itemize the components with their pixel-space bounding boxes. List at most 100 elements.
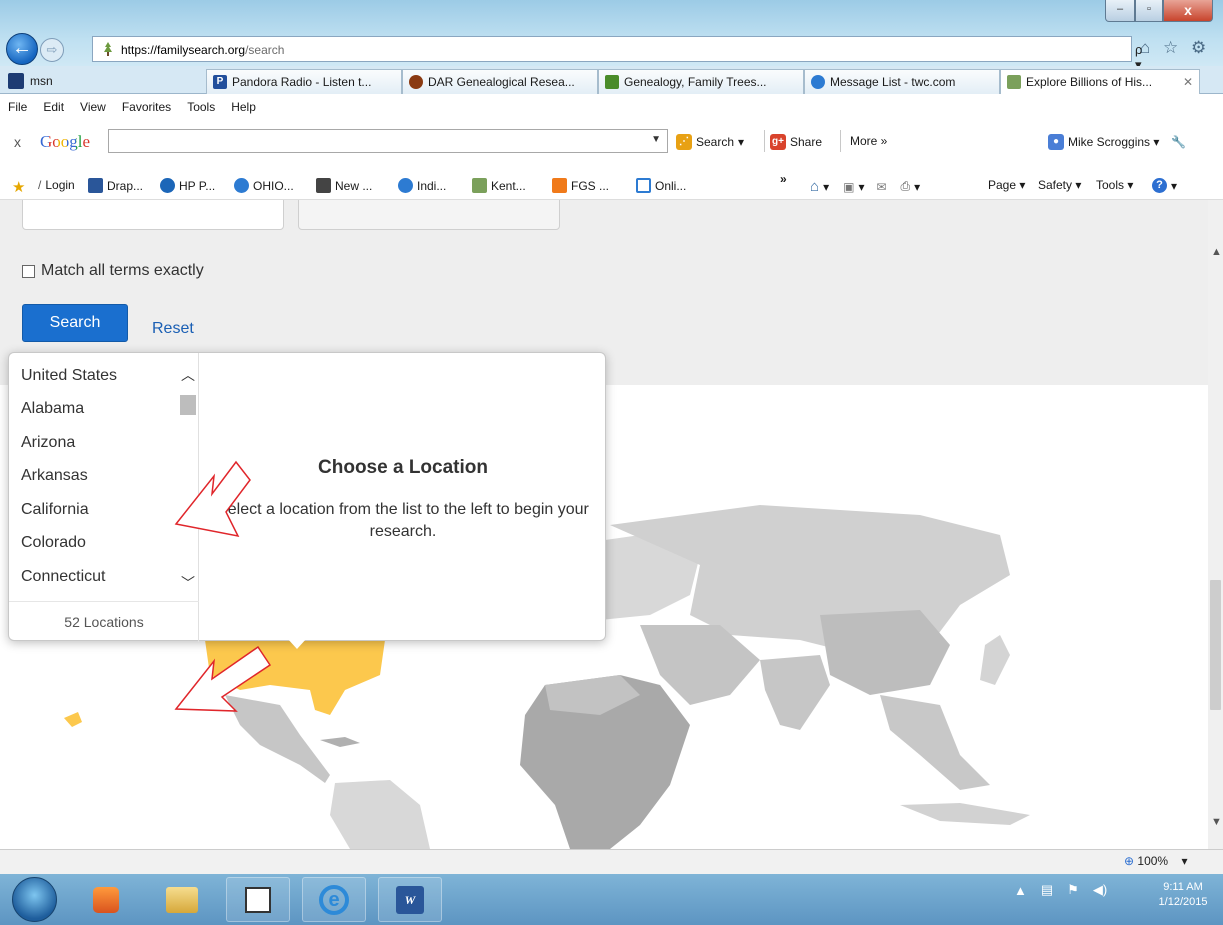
start-button[interactable] [12,877,57,922]
scroll-down-icon[interactable]: ▼ [1211,816,1222,828]
checkbox-icon[interactable] [22,264,35,278]
command-bar-icons[interactable]: ⌂ ▾ ▣ ▾ ✉ ⎙ ▾ [810,178,920,195]
maximize-button[interactable]: ▫ [1135,0,1163,22]
print-icon[interactable]: ⎙ [901,179,911,194]
tab-explore-billions[interactable]: Explore Billions of His... ✕ [1000,69,1200,94]
fav-indi[interactable]: Indi... [398,178,446,193]
reset-link[interactable]: Reset [152,320,194,338]
menu-favorites[interactable]: Favorites [122,100,171,114]
menu-help[interactable]: Help [231,100,256,114]
menu-edit[interactable]: Edit [43,100,64,114]
location-item-california[interactable]: California [21,501,89,519]
tab-message-list[interactable]: Message List - twc.com [804,69,1000,94]
location-list-scrollbar[interactable]: ︿ ﹀ [177,361,199,597]
menu-file[interactable]: File [8,100,27,114]
fav-kent[interactable]: Kent... [472,178,526,193]
scroll-up-icon[interactable]: ▲ [1211,246,1222,258]
fav-drap[interactable]: Drap... [88,178,143,193]
fav-fgs[interactable]: FGS ... [552,178,609,193]
forward-button[interactable]: ⇨ [40,38,64,62]
chevron-down-icon[interactable]: ﹀ [181,573,195,593]
volume-icon[interactable]: ◀) [1093,882,1107,898]
fav-login[interactable]: / Login [38,178,75,192]
fav-onli[interactable]: Onli... [636,178,686,193]
minimize-button[interactable]: – [1105,0,1135,22]
favorites-overflow-button[interactable]: » [780,172,787,186]
windows-taskbar: e W ▲ ▤ ⚑ ◀) 9:11 AM 1/12/2015 [0,874,1223,925]
fav-new[interactable]: New ... [316,178,372,193]
fav-hp[interactable]: HP P... [160,178,215,193]
word-taskbar-icon[interactable]: W [378,877,442,922]
chevron-up-icon[interactable]: ︿ [181,365,195,385]
page-menu[interactable]: Page ▾ [988,178,1025,192]
tab-genealogy[interactable]: Genealogy, Family Trees... [598,69,804,94]
scrollbar-thumb[interactable] [180,395,196,415]
tab-dar[interactable]: DAR Genealogical Resea... [402,69,598,94]
location-item-colorado[interactable]: Colorado [21,534,86,552]
mexico-shape [225,695,330,783]
search-button[interactable]: Search [22,304,128,342]
internet-explorer-taskbar-icon[interactable]: e [302,877,366,922]
help-icon[interactable]: ? ▾ [1152,178,1177,193]
home-favorites-settings-icons[interactable]: ⌂ ☆ ⚙ [1140,38,1210,58]
tab-pandora[interactable]: P Pandora Radio - Listen t... [206,69,402,94]
share-button[interactable]: g+ Share [770,134,822,150]
msn-toolbar-item[interactable]: msn [4,69,204,93]
tools-menu[interactable]: Tools ▾ [1096,178,1133,192]
taskbar-clock[interactable]: 9:11 AM 1/12/2015 [1150,880,1216,910]
india-shape [760,655,830,730]
location-item-alabama[interactable]: Alabama [21,400,84,418]
user-account-menu[interactable]: ● Mike Scroggins ▾ 🔧 [1048,134,1186,150]
google-search-button[interactable]: ⋰ Search ▾ [676,134,744,150]
location-item-arkansas[interactable]: Arkansas [21,467,88,485]
location-list[interactable]: United States Alabama Arizona Arkansas C… [9,353,199,642]
clock-date: 1/12/2015 [1158,896,1208,908]
outlook-taskbar-icon[interactable] [226,877,290,922]
menu-view[interactable]: View [80,100,106,114]
status-bar: ⊕ 100% ▾ [0,849,1223,874]
location-item-arizona[interactable]: Arizona [21,434,75,452]
mail-icon[interactable]: ✉ [876,180,886,194]
wrench-icon[interactable]: 🔧 [1171,135,1186,149]
action-center-flag-icon[interactable]: ⚑ [1067,882,1079,898]
toolbar-divider [764,130,765,152]
match-exact-checkbox[interactable]: Match all terms exactly [22,262,204,280]
name-field[interactable] [22,200,284,230]
back-button[interactable]: ← [6,33,38,65]
menu-bar: File Edit View Favorites Tools Help [0,94,1223,120]
zoom-control[interactable]: ⊕ 100% ▾ [1124,854,1187,868]
pandora-icon: P [213,75,227,89]
media-player-taskbar-icon[interactable] [74,877,138,922]
page-scrollbar[interactable]: ▲ ▼ [1208,200,1223,849]
caribbean-shape [320,737,360,747]
thumbnail-icon [316,178,331,193]
address-bar[interactable]: https://familysearch.org/search ρ ▾ 🔒 c [92,36,1151,104]
close-toolbar-icon[interactable]: x [14,134,21,150]
page-scrollbar-thumb[interactable] [1210,580,1221,710]
familysearch-icon [472,178,487,193]
close-window-button[interactable]: x [1163,0,1213,22]
close-tab-icon[interactable]: ✕ [1183,75,1193,89]
choose-location-description: Select a location from the list to the l… [217,501,589,540]
show-hidden-icons[interactable]: ▲ [1014,883,1027,898]
more-button[interactable]: More » [850,134,887,148]
forward-arrow-icon: ⇨ [46,42,58,57]
msn-butterfly-icon [8,73,24,89]
fav-ohio[interactable]: OHIO... [234,178,294,193]
indonesia-shape [900,803,1030,825]
google-search-input[interactable]: ▼ [108,129,668,153]
secondary-field[interactable] [298,200,560,230]
home-icon[interactable]: ⌂ [810,178,819,195]
location-item-connecticut[interactable]: Connecticut [21,568,106,586]
safety-menu[interactable]: Safety ▾ [1038,178,1081,192]
menu-tools[interactable]: Tools [187,100,215,114]
word-icon [88,178,103,193]
familysearch-icon [1007,75,1021,89]
search-dropdown-icon[interactable]: ▼ [651,134,661,145]
ie-icon [234,178,249,193]
network-icon[interactable]: ▤ [1041,882,1053,898]
favorites-star-icon[interactable]: ★ [12,178,25,196]
location-item-united-states[interactable]: United States [21,367,117,385]
file-explorer-taskbar-icon[interactable] [150,877,214,922]
feeds-icon[interactable]: ▣ [843,180,854,194]
